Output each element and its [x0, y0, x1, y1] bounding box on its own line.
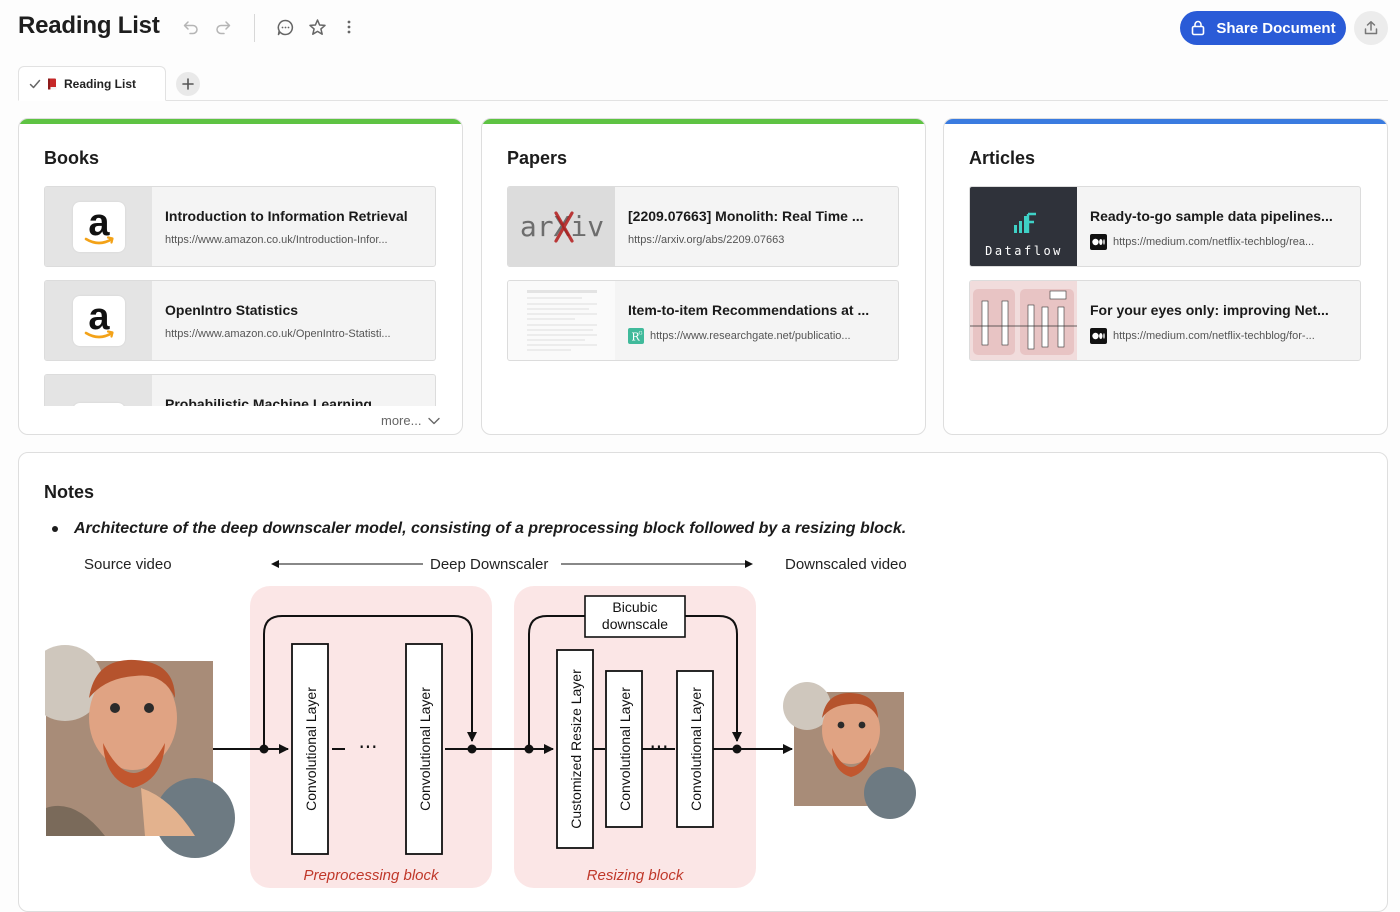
paper-title: [2209.07663] Monolith: Real Time ... [628, 208, 864, 224]
book-title: OpenIntro Statistics [165, 302, 299, 318]
downscaler-diagram: Source video Deep Downscaler Downscaled … [45, 556, 916, 888]
article-title: For your eyes only: improving Net... [1090, 302, 1329, 318]
article-link-1[interactable]: Dataflow Ready-to-go sample data pipelin… [969, 186, 1361, 267]
star-icon[interactable] [306, 16, 328, 38]
notes-title: Notes [44, 482, 95, 502]
notes-card: Notes Architecture of the deep downscale… [18, 452, 1388, 912]
bicubic-label-line1: Bicubic [612, 599, 657, 615]
check-icon [29, 79, 41, 88]
add-tab-button[interactable] [176, 72, 200, 96]
book-title: Probabilistic Machine Learning [165, 396, 372, 406]
resizing-block-label: Resizing block [587, 867, 685, 884]
paper-url: https://www.researchgate.net/publicatio.… [650, 330, 851, 342]
conv-layer-label: Convolutional Layer [417, 687, 433, 811]
papers-title: Papers [507, 148, 568, 168]
bullet-point [52, 526, 58, 532]
bicubic-label-line2: downscale [602, 616, 668, 632]
svg-text:a: a [88, 300, 110, 338]
book-thumbnail: a [45, 281, 152, 360]
amazon-logo-icon: a [72, 402, 125, 406]
paper-link-1[interactable]: arXiv [2209.07663] Monolith: Real Time .… [507, 186, 899, 267]
preprocessing-block-label: Preprocessing block [303, 867, 440, 884]
share-document-label: Share Document [1216, 19, 1336, 37]
show-more-button[interactable]: more... [381, 413, 441, 428]
medium-icon [1090, 234, 1107, 250]
tab-bar: Reading List [18, 66, 1388, 101]
conv-layer-label: Convolutional Layer [688, 687, 704, 811]
toolbar: Reading List Share Document [0, 0, 1400, 56]
book-thumbnail: a [45, 187, 152, 266]
more-options-icon[interactable] [338, 16, 360, 38]
tab-reading-list[interactable]: Reading List [18, 66, 166, 101]
plus-icon [182, 78, 194, 90]
paper-url: https://arxiv.org/abs/2209.07663 [628, 234, 785, 246]
book-link-3[interactable]: a Probabilistic Machine Learning [44, 374, 436, 406]
articles-accent-bar [944, 119, 1387, 124]
papers-card: Papers arXiv [2209.07663] Monolith: Real… [481, 118, 926, 435]
paper-title: Item-to-item Recommendations at ... [628, 302, 870, 318]
book-link-2[interactable]: a OpenIntro Statistics https://www.amazo… [44, 280, 436, 361]
svg-text:a: a [88, 206, 110, 244]
articles-title: Articles [969, 148, 1036, 168]
book-url: https://www.amazon.co.uk/OpenIntro-Stati… [165, 328, 391, 340]
undo-icon[interactable] [180, 16, 202, 38]
dataflow-logo-icon: Dataflow [970, 187, 1077, 266]
dataflow-logo-text: Dataflow [985, 244, 1063, 258]
articles-card: Articles Dataflow Ready-to-go sample dat… [943, 118, 1388, 435]
article-link-2[interactable]: For your eyes only: improving Net... htt… [969, 280, 1361, 361]
medium-icon [1090, 328, 1107, 344]
amazon-logo-icon: a [72, 295, 125, 346]
toolbar-divider [254, 14, 255, 42]
conv-layer-label: Convolutional Layer [303, 687, 319, 811]
downscaled-video-thumbnail [783, 682, 916, 819]
book-icon [48, 78, 57, 89]
ellipsis-label: ··· [358, 735, 377, 759]
ellipsis-label: ··· [649, 735, 668, 759]
export-button[interactable] [1354, 11, 1388, 45]
source-video-thumbnail [45, 645, 235, 858]
paper-preview-thumbnail [508, 281, 615, 360]
svg-text:G: G [639, 331, 643, 337]
page-title: Reading List [18, 12, 160, 39]
article-url: https://medium.com/netflix-techblog/for-… [1113, 330, 1315, 342]
book-link-1[interactable]: a Introduction to Information Retrieval … [44, 186, 436, 267]
conv-layer-label: Convolutional Layer [617, 687, 633, 811]
article-diagram-thumbnail [970, 281, 1077, 360]
downscaled-video-label: Downscaled video [785, 556, 907, 573]
share-document-button[interactable]: Share Document [1180, 11, 1346, 45]
arxiv-logo-icon: arXiv [508, 187, 615, 266]
paper-link-2[interactable]: Item-to-item Recommendations at ... RG h… [507, 280, 899, 361]
amazon-logo-icon: a [72, 201, 125, 252]
notes-bullet-text[interactable]: Architecture of the deep downscaler mode… [74, 520, 906, 538]
lock-icon [1192, 20, 1205, 36]
book-url: https://www.amazon.co.uk/Introduction-In… [165, 234, 388, 246]
researchgate-icon: RG [628, 328, 644, 344]
papers-accent-bar [482, 119, 925, 124]
deep-downscaler-label: Deep Downscaler [430, 556, 548, 573]
redo-icon[interactable] [212, 16, 234, 38]
book-thumbnail: a [45, 375, 152, 406]
comment-icon[interactable] [274, 16, 296, 38]
resize-layer-label: Customized Resize Layer [568, 669, 584, 829]
chevron-down-icon [428, 417, 441, 424]
books-card: Books a Introduction to Information Retr… [18, 118, 463, 435]
books-list: a Introduction to Information Retrieval … [19, 119, 462, 406]
article-url: https://medium.com/netflix-techblog/rea.… [1113, 236, 1315, 248]
article-title: Ready-to-go sample data pipelines... [1090, 208, 1333, 224]
upload-icon [1364, 21, 1378, 35]
book-title: Introduction to Information Retrieval [165, 208, 408, 224]
show-more-label: more... [381, 413, 422, 428]
tab-label: Reading List [64, 76, 137, 91]
source-video-label: Source video [84, 556, 172, 573]
